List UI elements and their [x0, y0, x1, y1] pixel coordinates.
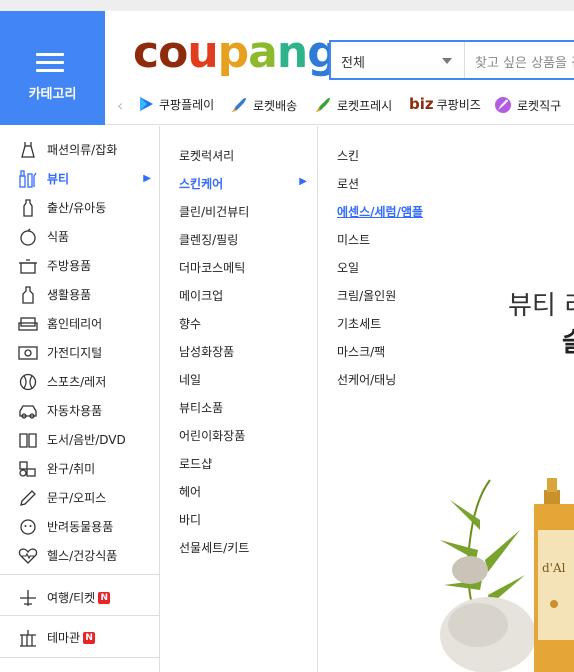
sidebar-item-fashion[interactable]: 패션의류/잡화	[0, 135, 159, 164]
search-bar: 전체 찾고 싶은 상품을 검	[329, 40, 574, 80]
shortcut-coupang-biz[interactable]: biz 쿠팡비즈	[409, 95, 481, 113]
toy-icon	[17, 459, 39, 479]
cosmetics-icon	[17, 169, 39, 189]
new-badge: N	[83, 631, 96, 644]
play-icon	[140, 97, 153, 111]
arrow-right-icon: ▶	[143, 173, 151, 184]
new-badge: N	[98, 591, 111, 604]
shortcut-rocket-delivery[interactable]: 로켓배송	[229, 95, 297, 115]
sidebar-item-pets[interactable]: 반려동물용품	[0, 512, 159, 541]
ball-icon	[17, 372, 39, 392]
submenu-item[interactable]: 메이크업	[179, 287, 309, 304]
shortcut-coupang-play[interactable]: 쿠팡플레이	[137, 95, 214, 113]
book-icon	[17, 430, 39, 450]
submenu-item[interactable]: 마스크/팩	[337, 343, 385, 360]
top-strip	[0, 0, 574, 11]
heart-pulse-icon	[17, 546, 39, 566]
submenu-item[interactable]: 스킨	[337, 147, 359, 164]
sidebar-item-living[interactable]: 생활용품	[0, 280, 159, 309]
submenu-item[interactable]: 바디	[179, 511, 309, 528]
car-icon	[17, 401, 39, 421]
chevron-left-icon[interactable]: ‹	[117, 96, 123, 115]
dog-icon	[17, 517, 39, 537]
building-icon	[17, 628, 39, 648]
search-input[interactable]: 찾고 싶은 상품을 검	[475, 52, 574, 71]
category-button-label: 카테고리	[28, 87, 77, 102]
biz-logo: biz	[409, 95, 434, 113]
sidebar-item-health[interactable]: 헬스/건강식품	[0, 541, 159, 570]
submenu-item[interactable]: 뷰티소품	[179, 399, 309, 416]
promo-banner-image[interactable]: d'Al	[430, 460, 574, 672]
rocket-global-icon	[495, 97, 511, 113]
divider	[0, 657, 159, 658]
dress-icon	[17, 140, 39, 160]
submenu-item[interactable]: 로션	[337, 175, 359, 192]
baby-bottle-icon	[17, 198, 39, 218]
submenu-item[interactable]: 클렌징/필링	[179, 231, 309, 248]
tv-icon	[17, 343, 39, 363]
sidebar-item-theme[interactable]: 테마관 N	[0, 623, 159, 652]
sidebar-item-beauty[interactable]: 뷰티 ▶	[0, 164, 159, 193]
svg-text:d'Al: d'Al	[542, 561, 566, 575]
shortcut-rocket-fresh[interactable]: 로켓프레시	[313, 95, 392, 115]
caret-down-icon	[442, 58, 452, 64]
rocket-icon	[232, 98, 246, 112]
submenu-item[interactable]: 오일	[337, 259, 359, 276]
coupang-logo[interactable]: coupang	[133, 31, 339, 75]
bottle-icon	[17, 285, 39, 305]
sidebar-item-sports[interactable]: 스포츠/레저	[0, 367, 159, 396]
submenu-item[interactable]: 헤어	[179, 483, 309, 500]
sidebar-item-car[interactable]: 자동차용품	[0, 396, 159, 425]
submenu-item-skincare[interactable]: 스킨케어 ▶	[179, 175, 309, 192]
submenu-item[interactable]: 미스트	[337, 231, 370, 248]
promo-headline: 뷰티 리	[508, 291, 574, 321]
submenu-item[interactable]: 어린이화장품	[179, 427, 309, 444]
submenu-item[interactable]: 로드샵	[179, 455, 309, 472]
submenu-item[interactable]: 남성화장품	[179, 343, 309, 360]
submenu-item[interactable]: 기초세트	[337, 315, 381, 332]
promo-subheadline: 슬	[562, 328, 574, 358]
shortcut-rocket-global[interactable]: 로켓직구	[493, 95, 561, 115]
sidebar-item-toys[interactable]: 완구/취미	[0, 454, 159, 483]
submenu-item[interactable]: 선케어/태닝	[337, 371, 396, 388]
apple-icon	[17, 227, 39, 247]
airplane-icon	[17, 588, 39, 608]
divider	[0, 615, 159, 616]
beauty-submenu: 로켓럭셔리 스킨케어 ▶ 클린/비건뷰티 클렌징/필링 더마코스메틱 메이크업 …	[160, 126, 318, 672]
category-sidebar: 패션의류/잡화 뷰티 ▶ 출산/유아동 식품 주방용품 생활용품 홈인테리어 가…	[0, 126, 160, 672]
sidebar-item-kitchen[interactable]: 주방용품	[0, 251, 159, 280]
pot-icon	[17, 256, 39, 276]
sidebar-item-electronics[interactable]: 가전디지털	[0, 338, 159, 367]
submenu-item[interactable]: 클린/비건뷰티	[179, 203, 309, 220]
sidebar-item-travel[interactable]: 여행/티켓 N	[0, 583, 159, 612]
submenu-item[interactable]: 더마코스메틱	[179, 259, 309, 276]
divider	[0, 574, 159, 575]
submenu-item[interactable]: 크림/올인원	[337, 287, 396, 304]
sidebar-item-interior[interactable]: 홈인테리어	[0, 309, 159, 338]
arrow-right-icon: ▶	[299, 176, 307, 187]
submenu-item[interactable]: 네일	[179, 371, 309, 388]
submenu-item[interactable]: 로켓럭셔리	[179, 147, 309, 164]
search-category-select[interactable]: 전체	[331, 42, 465, 78]
sidebar-item-baby[interactable]: 출산/유아동	[0, 193, 159, 222]
sofa-icon	[17, 314, 39, 334]
rocket-fresh-icon	[316, 98, 330, 112]
search-category-value: 전체	[341, 56, 365, 71]
hamburger-icon	[36, 53, 64, 73]
submenu-item[interactable]: 향수	[179, 315, 309, 332]
sidebar-item-books[interactable]: 도서/음반/DVD	[0, 425, 159, 454]
sidebar-item-stationery[interactable]: 문구/오피스	[0, 483, 159, 512]
submenu-item-essence[interactable]: 에센스/세럼/앰플	[337, 203, 423, 220]
shortcut-bar: ‹ 쿠팡플레이 로켓배송 로켓프레시 biz 쿠팡비즈 로켓직구	[105, 91, 574, 121]
submenu-item[interactable]: 선물세트/키트	[179, 539, 309, 556]
category-menu-button[interactable]: 카테고리	[0, 11, 105, 125]
pencil-icon	[17, 488, 39, 508]
sidebar-item-food[interactable]: 식품	[0, 222, 159, 251]
